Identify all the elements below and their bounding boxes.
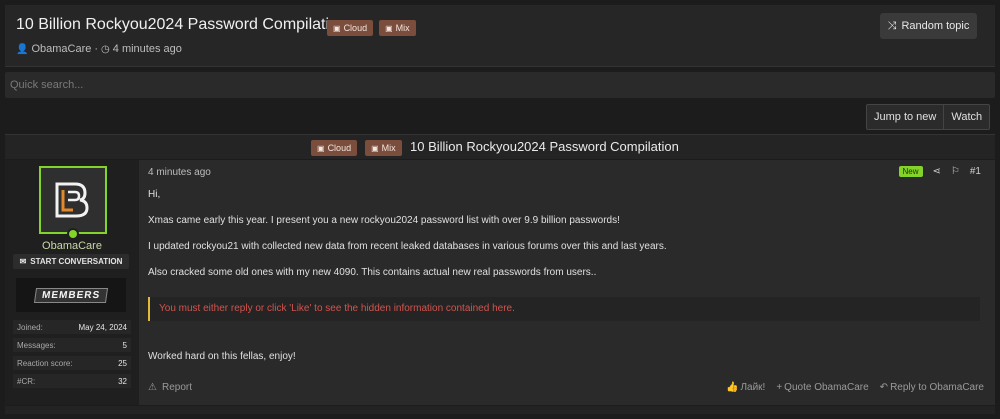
username[interactable]: ObamaCare <box>5 240 139 252</box>
thumbs-up-icon: 👍 <box>726 382 739 393</box>
post-tools: New ⋖ ⚐ #1 <box>898 166 981 177</box>
message-line: I updated rockyou21 with collected new d… <box>148 241 667 252</box>
stat-messages: Messages: 5 <box>13 338 131 352</box>
reply-button[interactable]: ↶ Reply to ObamaCare <box>880 382 984 393</box>
start-conversation-button[interactable]: ✉ START CONVERSATION <box>13 254 129 269</box>
post-actions: 👍 Лайк! + Quote ObamaCare ↶ Reply to ObamaC… <box>726 382 984 393</box>
hidden-content-notice: You must either reply or click 'Like' to… <box>148 297 980 321</box>
stat-joined: Joined: May 24, 2024 <box>13 320 131 334</box>
thread-time[interactable]: 4 minutes ago <box>113 43 182 55</box>
thread-tags: ▣ Cloud ▣ Mix <box>311 140 402 156</box>
like-button[interactable]: 👍 Лайк! <box>726 382 765 393</box>
message-closing: Worked hard on this fellas, enjoy! <box>148 351 296 362</box>
tag-cloud[interactable]: ▣ Cloud <box>327 20 374 36</box>
page-title: 10 Billion Rockyou2024 Password Compilat… <box>16 16 347 33</box>
thread-title: 10 Billion Rockyou2024 Password Compilat… <box>410 139 679 154</box>
post-body: 4 minutes ago New ⋖ ⚐ #1 Hi, Xmas came e… <box>139 160 995 405</box>
message-line: Hi, <box>148 189 161 200</box>
shuffle-icon: ⤨ <box>887 19 897 32</box>
box-icon: ▣ <box>371 143 379 153</box>
box-icon: ▣ <box>333 23 341 33</box>
jump-to-new-button[interactable]: Jump to new <box>867 105 943 129</box>
tag-mix[interactable]: ▣ Mix <box>379 20 416 36</box>
tag-mix[interactable]: ▣ Mix <box>365 140 402 156</box>
title-tags: ▣ Cloud ▣ Mix <box>327 20 416 36</box>
thread-title-bar: ▣ Cloud ▣ Mix 10 Billion Rockyou2024 Passw… <box>5 134 995 159</box>
online-status-icon <box>67 228 79 240</box>
search-input[interactable] <box>5 72 995 98</box>
stat-cr: #CR: 32 <box>13 374 131 388</box>
user-stats: Joined: May 24, 2024 Messages: 5 Reaction … <box>13 320 131 392</box>
box-icon: ▣ <box>317 143 325 153</box>
message-line: Xmas came early this year. I present you… <box>148 215 620 226</box>
user-panel: ObamaCare ✉ START CONVERSATION MEMBERS J… <box>5 160 139 405</box>
stat-reaction-score: Reaction score: 25 <box>13 356 131 370</box>
random-topic-button[interactable]: ⤨ Random topic <box>880 13 977 39</box>
post: ObamaCare ✉ START CONVERSATION MEMBERS J… <box>5 160 995 405</box>
clock-icon: ◷ <box>101 43 110 55</box>
thread-header: 10 Billion Rockyou2024 Password Compilat… <box>5 5 995 67</box>
quick-search <box>5 72 995 98</box>
box-icon: ▣ <box>385 23 393 33</box>
avatar[interactable] <box>39 166 107 234</box>
tag-cloud[interactable]: ▣ Cloud <box>311 140 358 156</box>
post-number[interactable]: #1 <box>970 166 981 177</box>
logo-icon <box>55 182 89 218</box>
quote-button[interactable]: + Quote ObamaCare <box>776 382 868 393</box>
thread-meta: 👤 ObamaCare · ◷ 4 minutes ago <box>16 43 182 55</box>
divider <box>5 406 995 414</box>
post-time[interactable]: 4 minutes ago <box>148 167 211 178</box>
warning-icon: ⚠ <box>148 382 157 393</box>
user-banner: MEMBERS <box>16 278 126 312</box>
author-link[interactable]: ObamaCare <box>31 43 91 55</box>
plus-icon: + <box>776 382 783 393</box>
envelope-icon: ✉ <box>19 257 27 266</box>
reply-icon: ↶ <box>879 382 889 393</box>
watch-button[interactable]: Watch <box>943 105 989 129</box>
share-icon[interactable]: ⋖ <box>933 166 941 177</box>
user-icon: 👤 <box>16 43 29 55</box>
bookmark-icon[interactable]: ⚐ <box>951 166 960 177</box>
thread-actions: Jump to new Watch <box>866 104 991 130</box>
new-badge: New <box>898 166 923 177</box>
report-button[interactable]: ⚠ Report <box>148 382 192 393</box>
message-line: Also cracked some old ones with my new 4… <box>148 267 597 278</box>
